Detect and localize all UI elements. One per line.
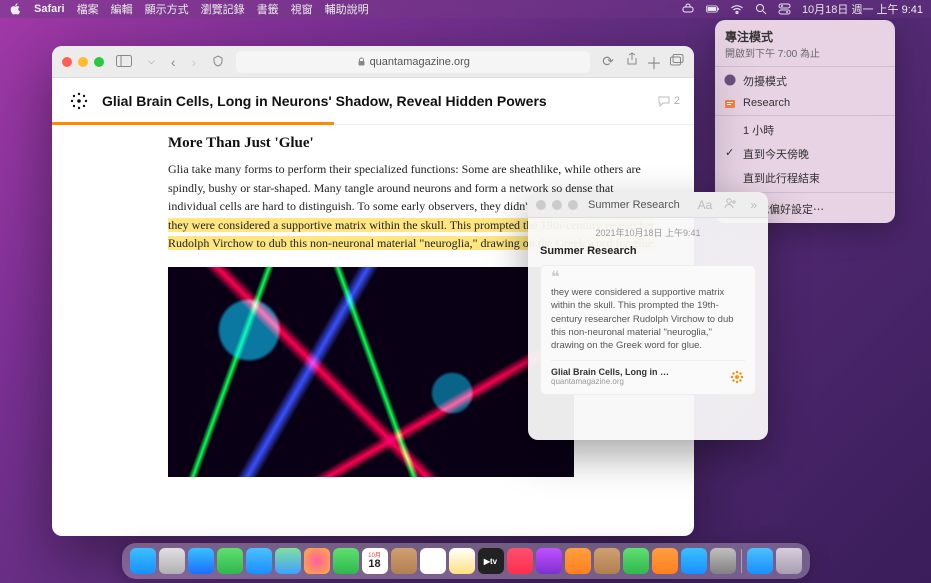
notes-toolbar: Summer Research Aa »: [528, 192, 768, 218]
article-header: Glial Brain Cells, Long in Neurons' Shad…: [52, 78, 694, 125]
window-controls: [62, 57, 104, 67]
focus-1hr-row[interactable]: 1 小時: [715, 118, 895, 142]
quote-source-domain: quantamagazine.org: [551, 377, 669, 386]
menu-history[interactable]: 瀏覽記錄: [201, 1, 245, 17]
dock-appstore-alt[interactable]: [594, 548, 620, 574]
dock-settings[interactable]: [710, 548, 736, 574]
dock-mail[interactable]: [246, 548, 272, 574]
quote-source-icon: [729, 369, 745, 385]
dock-contacts[interactable]: [391, 548, 417, 574]
zoom-button[interactable]: [94, 57, 104, 67]
focus-evening-row[interactable]: ✓ 直到今天傍晚: [715, 142, 895, 166]
apple-menu-icon[interactable]: [8, 2, 22, 16]
research-icon: [723, 97, 737, 111]
dock-messages[interactable]: [217, 548, 243, 574]
tabs-icon[interactable]: [670, 53, 684, 71]
dock-safari[interactable]: [188, 548, 214, 574]
focus-status-icon[interactable]: [682, 2, 696, 16]
notes-minimize-button[interactable]: [552, 200, 562, 210]
dock-reminders[interactable]: [420, 548, 446, 574]
focus-evening-label: 直到今天傍晚: [743, 149, 809, 161]
url-text: quantamagazine.org: [370, 56, 470, 68]
article-title: Glial Brain Cells, Long in Neurons' Shad…: [102, 93, 648, 109]
notes-datetime: 2021年10月18日 上午9:41: [540, 226, 756, 239]
lock-icon: [357, 57, 366, 66]
dock-pages[interactable]: [652, 548, 678, 574]
sidebar-toggle-icon[interactable]: [112, 54, 136, 70]
section-heading: More Than Just 'Glue': [168, 135, 664, 152]
dock-appstore[interactable]: [681, 548, 707, 574]
spotlight-icon[interactable]: [754, 2, 768, 16]
focus-title: 專注模式: [725, 28, 885, 45]
focus-end-label: 直到此行程結束: [743, 173, 820, 185]
new-tab-icon[interactable]: ＋: [646, 50, 662, 74]
text-format-icon[interactable]: Aa: [695, 198, 716, 212]
quote-text: they were considered a supportive matrix…: [551, 286, 745, 352]
reload-icon[interactable]: ⟳: [598, 53, 618, 70]
address-bar[interactable]: quantamagazine.org: [236, 51, 590, 73]
comment-count[interactable]: 2: [658, 95, 680, 107]
comment-icon: [658, 96, 670, 107]
focus-research-label: Research: [743, 97, 790, 109]
menu-window[interactable]: 視窗: [291, 1, 313, 17]
expand-icon[interactable]: »: [747, 198, 760, 212]
dock-notes[interactable]: [449, 548, 475, 574]
focus-dnd-label: 勿擾模式: [743, 76, 787, 88]
dock-calendar[interactable]: 10月18: [362, 548, 388, 574]
privacy-icon[interactable]: [208, 54, 228, 70]
menu-bookmarks[interactable]: 書籤: [257, 1, 279, 17]
focus-research-row[interactable]: Research: [715, 93, 895, 113]
quote-source-title: Glial Brain Cells, Long in …: [551, 367, 669, 377]
share-icon[interactable]: [626, 52, 638, 71]
menu-view[interactable]: 顯示方式: [145, 1, 189, 17]
notes-window-title: Summer Research: [584, 199, 689, 211]
dock-books[interactable]: [565, 548, 591, 574]
dock-trash[interactable]: [776, 548, 802, 574]
dock-launchpad[interactable]: [159, 548, 185, 574]
focus-dnd-row[interactable]: 勿擾模式: [715, 69, 895, 93]
wifi-icon[interactable]: [730, 2, 744, 16]
forward-button[interactable]: ›: [188, 54, 201, 70]
notes-body[interactable]: 2021年10月18日 上午9:41 Summer Research ❝ the…: [528, 218, 768, 440]
app-name[interactable]: Safari: [34, 3, 65, 15]
dock-tv[interactable]: ▶tv: [478, 548, 504, 574]
dock-numbers[interactable]: [623, 548, 649, 574]
dock-podcasts[interactable]: [536, 548, 562, 574]
menu-bar: Safari 檔案 編輯 顯示方式 瀏覽記錄 書籤 視窗 輔助說明 10月18日…: [0, 0, 931, 18]
battery-icon[interactable]: [706, 2, 720, 16]
article-figure: [168, 267, 574, 477]
dropdown-chevron-icon[interactable]: ⌵: [144, 56, 159, 67]
moon-icon: [723, 73, 737, 87]
minimize-button[interactable]: [78, 57, 88, 67]
focus-end-row[interactable]: 直到此行程結束: [715, 166, 895, 190]
notes-heading: Summer Research: [540, 245, 756, 257]
quote-card[interactable]: ❝ they were considered a supportive matr…: [540, 265, 756, 395]
dock-maps[interactable]: [275, 548, 301, 574]
dock-photos[interactable]: [304, 548, 330, 574]
focus-subtitle: 開啟到下午 7:00 為止: [725, 45, 885, 60]
comment-count-value: 2: [674, 95, 680, 107]
dock-music[interactable]: [507, 548, 533, 574]
notes-close-button[interactable]: [536, 200, 546, 210]
menubar-datetime[interactable]: 10月18日 週一 上午 9:41: [802, 1, 923, 17]
dock-finder[interactable]: [130, 548, 156, 574]
notes-window: Summer Research Aa » 2021年10月18日 上午9:41 …: [528, 192, 768, 440]
menu-edit[interactable]: 編輯: [111, 1, 133, 17]
check-icon: ✓: [725, 146, 734, 159]
menu-file[interactable]: 檔案: [77, 1, 99, 17]
focus-1hr-label: 1 小時: [743, 125, 774, 137]
dock: 10月18 ▶tv: [122, 543, 810, 579]
safari-toolbar: ⌵ ‹ › quantamagazine.org ⟳ ＋: [52, 46, 694, 78]
back-button[interactable]: ‹: [167, 54, 180, 70]
quote-mark-icon: ❝: [551, 274, 745, 282]
dock-separator: [741, 549, 742, 573]
control-center-icon[interactable]: [778, 2, 792, 16]
notes-zoom-button[interactable]: [568, 200, 578, 210]
menu-help[interactable]: 輔助說明: [325, 1, 369, 17]
dock-facetime[interactable]: [333, 548, 359, 574]
close-button[interactable]: [62, 57, 72, 67]
dock-downloads[interactable]: [747, 548, 773, 574]
site-logo-icon[interactable]: [66, 88, 92, 114]
add-people-icon[interactable]: [721, 197, 741, 212]
